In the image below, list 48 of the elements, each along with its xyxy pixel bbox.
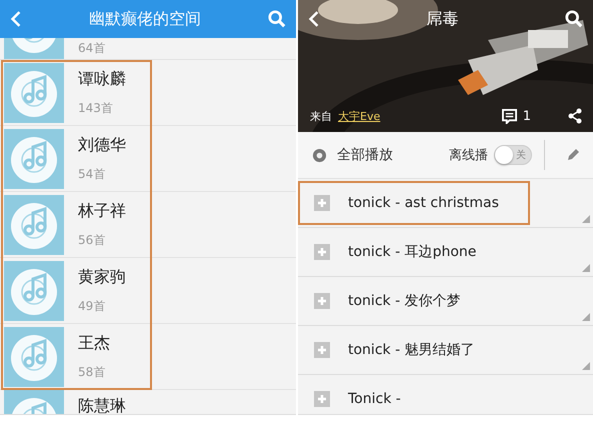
song-row[interactable]: tonick - 发你个梦 <box>298 277 593 326</box>
back-icon[interactable] <box>10 10 22 28</box>
add-icon[interactable] <box>314 342 330 358</box>
play-all-button[interactable]: 全部播放 <box>312 146 393 164</box>
pencil-icon[interactable] <box>565 147 581 163</box>
song-row[interactable]: tonick - 耳边phone <box>298 228 593 277</box>
artist-name: 林子祥 <box>78 200 126 222</box>
artist-row[interactable]: 黄家驹 49首 <box>0 258 296 324</box>
share-icon[interactable] <box>567 108 583 124</box>
song-count: 56首 <box>78 232 106 248</box>
song-title: tonick - 耳边phone <box>348 243 476 261</box>
source-user-link[interactable]: 大宇Eve <box>338 108 380 124</box>
song-count: 143首 <box>78 100 114 116</box>
artist-row[interactable]: 王杰 58首 <box>0 324 296 390</box>
artist-name: 陈慧琳 <box>78 396 126 414</box>
song-row[interactable]: tonick - 魅男结婚了 <box>298 326 593 375</box>
corner-mark-icon <box>582 264 590 272</box>
add-icon[interactable] <box>314 195 330 211</box>
add-icon[interactable] <box>314 244 330 260</box>
offline-label: 离线播 <box>449 147 488 164</box>
song-count: 64首 <box>78 40 106 57</box>
artist-name: 黄家驹 <box>78 266 126 288</box>
corner-mark-icon <box>582 215 590 223</box>
search-icon[interactable] <box>565 10 583 28</box>
song-title: tonick - 魅男结婚了 <box>348 341 475 359</box>
playlist-title: 屌毒 <box>426 8 458 30</box>
song-title: Tonick - <box>348 391 401 407</box>
song-count: 49首 <box>78 298 106 314</box>
song-count: 58首 <box>78 364 106 380</box>
artist-row[interactable]: 谭咏麟 143首 <box>0 60 296 126</box>
add-icon[interactable] <box>314 293 330 309</box>
comment-icon[interactable] <box>502 108 517 124</box>
song-count: 54首 <box>78 166 106 182</box>
artist-name: 谭咏麟 <box>78 68 126 90</box>
corner-mark-icon <box>582 362 590 370</box>
artist-name: 王杰 <box>78 332 110 354</box>
song-title: tonick - ast christmas <box>348 195 499 211</box>
comment-count: 1 <box>522 108 531 124</box>
play-all-icon <box>312 148 327 162</box>
song-title: tonick - 发你个梦 <box>348 292 461 310</box>
back-icon[interactable] <box>308 10 320 28</box>
source-label: 来自 <box>310 108 332 124</box>
page-title: 幽默癫佬的空间 <box>89 8 201 30</box>
artist-name: 刘德华 <box>78 134 126 156</box>
artist-row[interactable]: 刘德华 54首 <box>0 126 296 192</box>
artist-row[interactable]: 林子祥 56首 <box>0 192 296 258</box>
add-icon[interactable] <box>314 391 330 407</box>
corner-mark-icon <box>582 313 590 321</box>
